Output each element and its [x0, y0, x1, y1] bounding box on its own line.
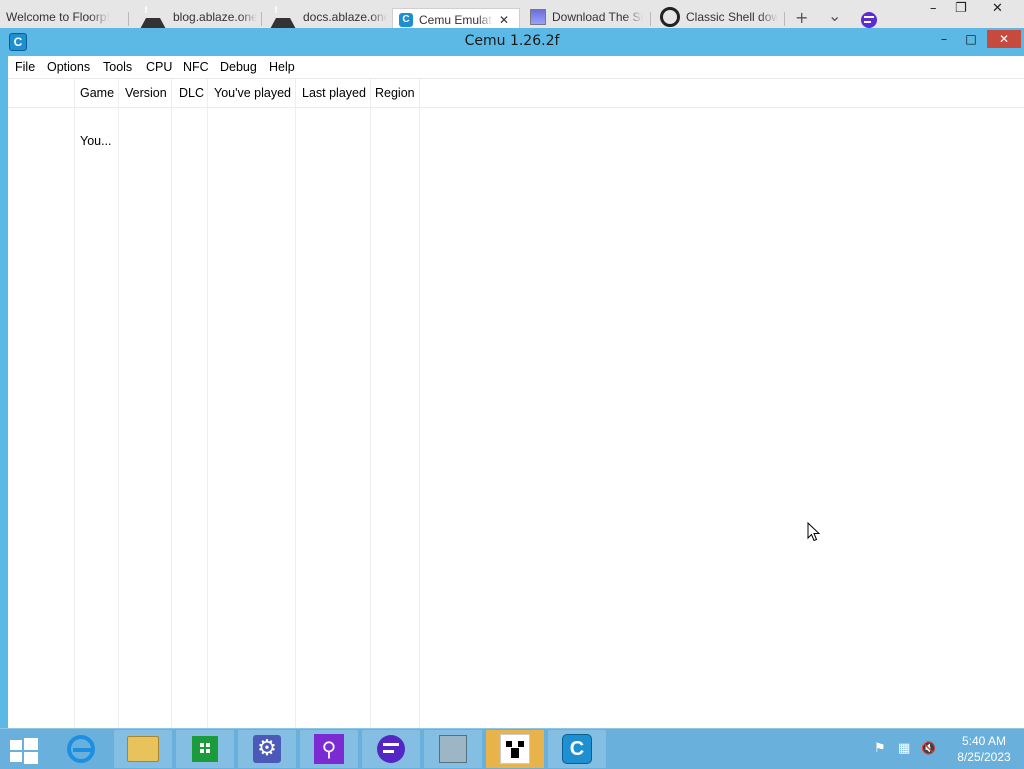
taskbar-floorp[interactable]: [362, 730, 420, 768]
floorp-browser-icon: [377, 735, 405, 763]
clock-date: 8/25/2023: [957, 750, 1011, 764]
network-icon[interactable]: ▦: [898, 741, 910, 756]
column-divider: [74, 79, 75, 728]
window-title: Cemu 1.26.2f: [464, 33, 560, 49]
taskbar-network[interactable]: [424, 730, 482, 768]
close-tab-icon[interactable]: ✕: [499, 13, 509, 27]
minimize-button[interactable]: –: [933, 30, 955, 48]
column-header-played-time[interactable]: You've played: [208, 86, 291, 100]
network-computer-icon: [439, 735, 467, 763]
menu-cpu[interactable]: CPU: [146, 60, 172, 74]
github-icon: [660, 7, 680, 27]
start-button[interactable]: [10, 738, 38, 764]
minecraft-creeper-icon: [500, 734, 530, 764]
column-divider: [171, 79, 172, 728]
floorp-menu-icon[interactable]: [861, 12, 877, 28]
browser-tab-strip: Welcome to Floorp! blog.ablaze.one/ docs…: [0, 0, 1024, 30]
warning-icon: [139, 6, 167, 28]
clock-time: 5:40 AM: [961, 734, 1007, 748]
system-clock[interactable]: 5:40 AM 8/25/2023: [948, 733, 1020, 765]
tab-label: Classic Shell dow: [686, 10, 778, 24]
column-divider: [419, 79, 420, 728]
taskbar-file-explorer[interactable]: [114, 730, 172, 768]
close-button[interactable]: ✕: [987, 30, 1021, 48]
tab-label: Download The Si: [552, 10, 644, 24]
tab-welcome-floorp[interactable]: Welcome to Floorp!: [6, 6, 124, 28]
windows-logo-icon: [10, 752, 22, 762]
game-list-header: Game Version DLC You've played Last play…: [8, 79, 1024, 108]
taskbar-search[interactable]: ⚲: [300, 730, 358, 768]
browser-minimize-icon[interactable]: –: [930, 1, 937, 16]
menu-help[interactable]: Help: [269, 60, 295, 74]
tab-label: Welcome to Floorp!: [6, 10, 110, 24]
windows-logo-icon: [10, 740, 22, 750]
column-header-game[interactable]: Game: [74, 86, 114, 100]
menu-nfc[interactable]: NFC: [183, 60, 209, 74]
column-header-region[interactable]: Region: [369, 86, 415, 100]
taskbar-store[interactable]: [176, 730, 234, 768]
menu-debug[interactable]: Debug: [220, 60, 257, 74]
tab-cemu-emulator[interactable]: C Cemu Emulat ✕: [392, 8, 520, 30]
game-list-row-game[interactable]: You...: [80, 134, 112, 148]
cemu-client-area: File Options Tools CPU NFC Debug Help Ga…: [8, 56, 1024, 728]
download-site-icon: [530, 9, 546, 25]
settings-gear-icon: ⚙: [253, 735, 281, 763]
tab-classic-shell[interactable]: Classic Shell dow: [660, 6, 778, 28]
internet-explorer-icon: [67, 735, 95, 763]
tab-blog-ablaze[interactable]: blog.ablaze.one/: [139, 6, 257, 28]
browser-restore-icon[interactable]: ❐: [955, 1, 967, 16]
action-center-flag-icon[interactable]: ⚑: [874, 741, 886, 756]
file-explorer-icon: [127, 736, 159, 762]
column-header-dlc[interactable]: DLC: [173, 86, 204, 100]
menu-options[interactable]: Options: [47, 60, 90, 74]
taskbar-cemu[interactable]: C: [548, 730, 606, 768]
windows-logo-icon: [24, 752, 38, 764]
taskbar-minecraft[interactable]: [486, 730, 544, 768]
column-divider: [118, 79, 119, 728]
taskbar-settings[interactable]: ⚙: [238, 730, 296, 768]
tab-separator: [784, 12, 785, 26]
tab-label: Cemu Emulat: [419, 12, 492, 27]
menu-bar: File Options Tools CPU NFC Debug Help: [8, 56, 1024, 79]
cemu-icon: C: [562, 734, 592, 764]
column-header-last-played[interactable]: Last played: [296, 86, 366, 100]
tab-separator: [128, 12, 129, 26]
maximize-button[interactable]: □: [960, 30, 982, 48]
tab-separator: [650, 12, 651, 26]
menu-tools[interactable]: Tools: [103, 60, 132, 74]
taskbar-internet-explorer[interactable]: [52, 730, 110, 768]
search-icon: ⚲: [314, 734, 344, 764]
column-divider: [295, 79, 296, 728]
warning-icon: [269, 6, 297, 28]
tab-label: blog.ablaze.one/: [173, 10, 257, 24]
column-header-version[interactable]: Version: [119, 86, 167, 100]
new-tab-icon[interactable]: +: [795, 8, 808, 27]
tab-label: docs.ablaze.one/: [303, 10, 387, 24]
cemu-icon: C: [399, 12, 413, 27]
tab-separator: [261, 12, 262, 26]
volume-muted-icon[interactable]: 🔇: [921, 741, 936, 755]
tab-docs-ablaze[interactable]: docs.ablaze.one/: [269, 6, 387, 28]
column-divider: [370, 79, 371, 728]
list-tabs-icon[interactable]: ⌄: [828, 6, 841, 25]
game-list[interactable]: Game Version DLC You've played Last play…: [8, 79, 1024, 728]
column-divider: [207, 79, 208, 728]
tab-download-site[interactable]: Download The Si: [530, 6, 644, 28]
taskbar: ⚙ ⚲ C ⚑ ▦ 🔇 5:40 AM 8/25/2023: [0, 728, 1024, 769]
windows-logo-icon: [24, 738, 38, 750]
mouse-cursor-icon: [807, 522, 821, 542]
menu-file[interactable]: File: [15, 60, 35, 74]
cemu-title-bar[interactable]: C Cemu 1.26.2f – □ ✕: [0, 28, 1024, 56]
cemu-window: C Cemu 1.26.2f – □ ✕ File Options Tools …: [0, 28, 1024, 728]
browser-close-icon[interactable]: ✕: [992, 1, 1003, 16]
store-icon: [192, 736, 218, 762]
